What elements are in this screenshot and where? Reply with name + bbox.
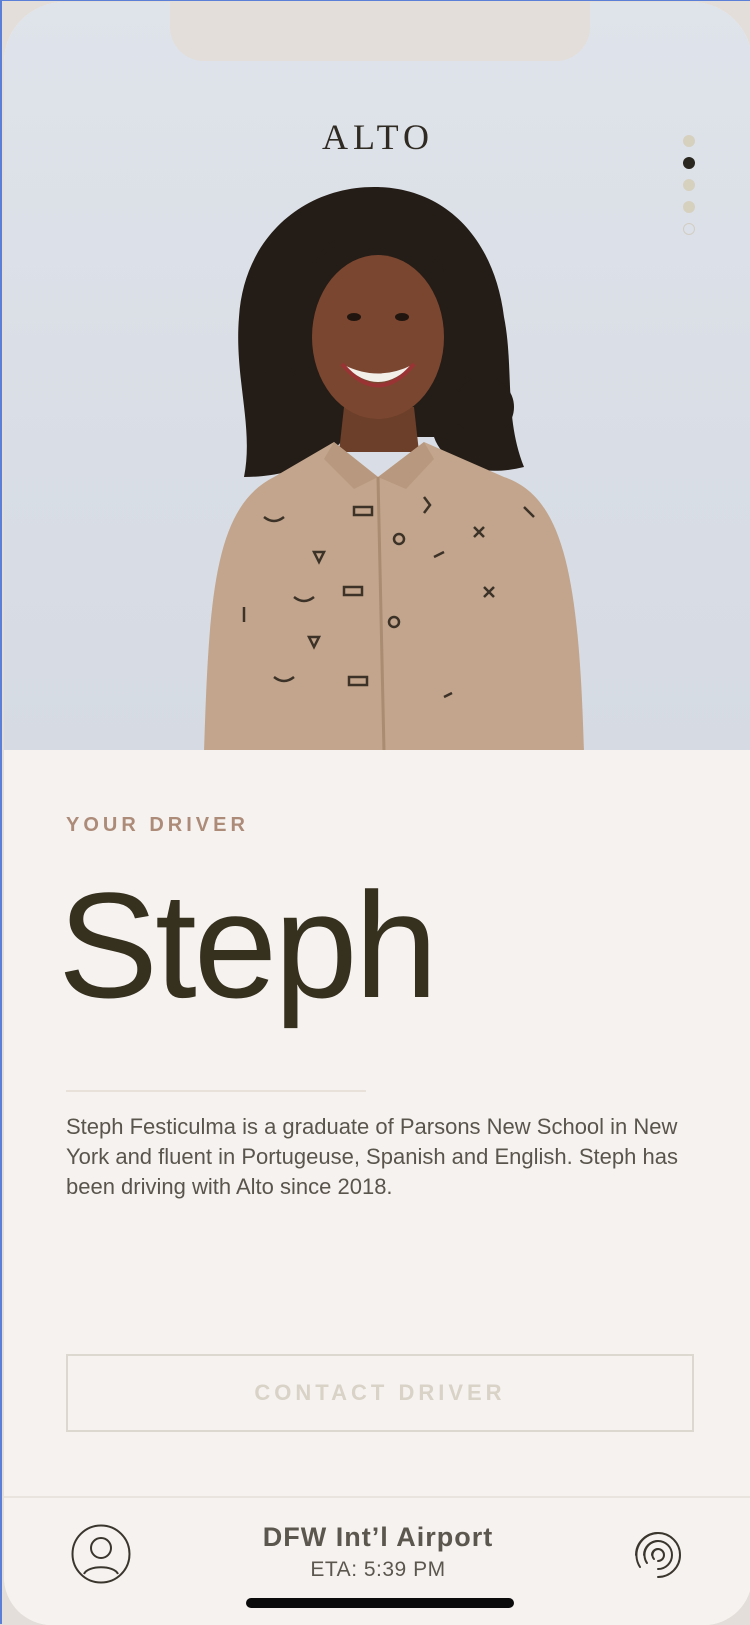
section-label: YOUR DRIVER <box>66 814 249 836</box>
spiral-icon[interactable] <box>626 1523 690 1587</box>
driver-bio: Steph Festiculma is a graduate of Parson… <box>66 1114 678 1199</box>
carousel-dots <box>683 135 697 245</box>
carousel-dot[interactable] <box>683 223 695 235</box>
contact-driver-button[interactable]: CONTACT DRIVER <box>66 1354 694 1432</box>
driver-name: Steph <box>58 861 438 1029</box>
driver-photo <box>204 187 584 750</box>
app-screen: ALTO YOUR DRIVER Steph Steph Festiculma … <box>4 2 750 1625</box>
carousel-dot[interactable] <box>683 179 695 191</box>
divider <box>66 1090 366 1092</box>
driver-hero: ALTO <box>4 2 750 750</box>
carousel-dot-active[interactable] <box>683 157 695 169</box>
home-indicator[interactable] <box>246 1598 514 1608</box>
carousel-dot[interactable] <box>683 135 695 147</box>
carousel-dot[interactable] <box>683 201 695 213</box>
device-notch <box>170 2 590 61</box>
device-frame: ALTO YOUR DRIVER Steph Steph Festiculma … <box>0 0 750 1625</box>
app-logo: ALTO <box>321 117 435 157</box>
